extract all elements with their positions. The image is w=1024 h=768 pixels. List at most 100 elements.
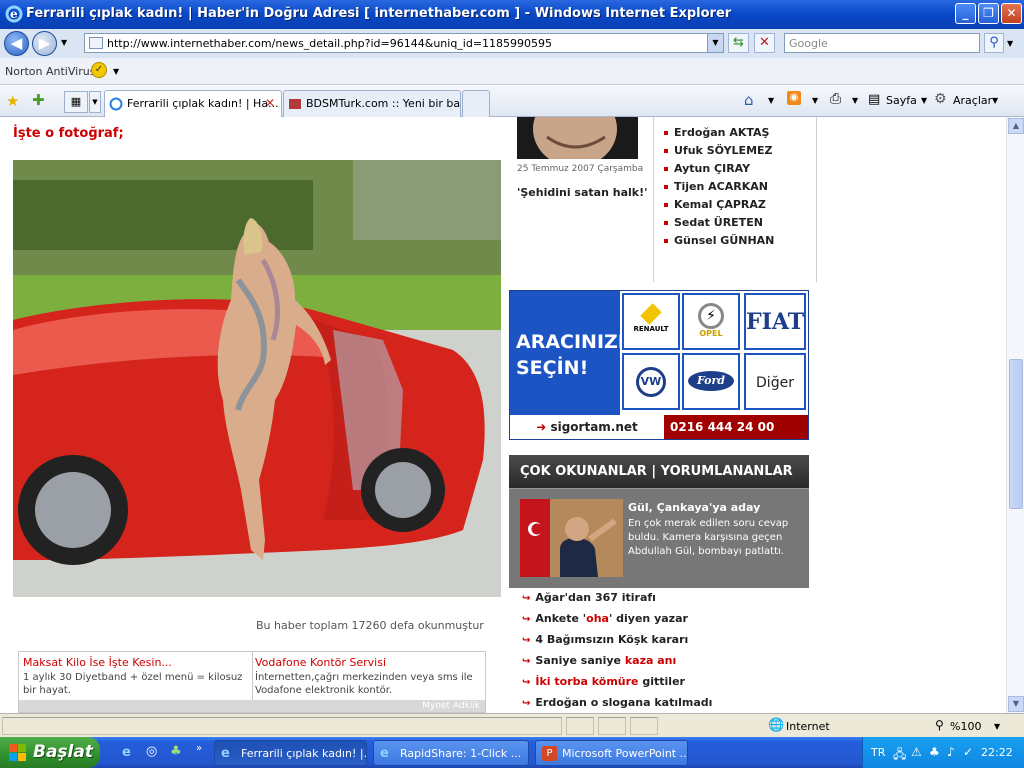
history-dropdown-icon[interactable]: ▼ (61, 38, 67, 47)
home-icon[interactable]: ⌂ (744, 91, 754, 109)
news-highlight: kaza anı (624, 654, 677, 667)
messenger-tray-icon[interactable]: ♣ (929, 745, 940, 759)
author-link[interactable]: Ufuk SÖYLEMEZ (664, 144, 774, 162)
ford-logo[interactable]: Ford (682, 353, 740, 410)
ad-right-text: İnternetten,çağrı merkezinden veya sms i… (255, 672, 473, 696)
bullet-icon (664, 131, 668, 135)
news-link[interactable]: ↪ Ağar'dan 367 itirafı (522, 591, 712, 612)
antivirus-tray-icon[interactable]: ✓ (963, 745, 973, 759)
feature-title[interactable]: Gül, Çankaya'ya aday (628, 501, 760, 514)
author-link[interactable]: Aytun ÇIRAY (664, 162, 774, 180)
author-name: Aytun ÇIRAY (674, 162, 751, 175)
search-button[interactable]: ⚲ (984, 33, 1004, 53)
norton-icon[interactable]: ✓ (91, 62, 107, 78)
news-link[interactable]: ↪ İki torba kömüre gittiler (522, 675, 712, 696)
address-dropdown-icon[interactable]: ▼ (707, 34, 723, 52)
tools-dropdown-icon[interactable]: ▼ (992, 96, 998, 105)
search-input[interactable]: Google (784, 33, 980, 53)
network-icon[interactable]: 🖧 (893, 745, 906, 766)
most-read-header[interactable]: ÇOK OKUNANLAR | YORUMLANANLAR (509, 455, 809, 489)
scroll-thumb[interactable] (1009, 359, 1023, 509)
start-button[interactable]: Başlat (0, 737, 100, 768)
update-icon[interactable]: ⚠ (911, 745, 922, 759)
columnist-photo[interactable] (517, 117, 638, 159)
back-button[interactable]: ◀ (4, 31, 29, 56)
news-link[interactable]: ↪ 4 Bağımsızın Köşk kararı (522, 633, 712, 654)
ad-box: Maksat Kilo İse İşte Kesin... 1 aylık 30… (18, 651, 486, 713)
ad-right-title[interactable]: Vodafone Kontör Servisi (255, 656, 483, 669)
feeds-dropdown-icon[interactable]: ▼ (812, 96, 818, 105)
article-photo[interactable] (13, 160, 501, 597)
print-icon[interactable]: ⎙ (830, 91, 841, 107)
ad-right[interactable]: Vodafone Kontör Servisi İnternetten,çağr… (255, 656, 483, 697)
page-dropdown-icon[interactable]: ▼ (921, 96, 927, 105)
scroll-down-icon[interactable]: ▼ (1008, 696, 1024, 712)
tab-bdsmturk[interactable]: BDSMTurk.com :: Yeni bir baş... (283, 90, 461, 117)
taskbar-rapidshare-window[interactable]: e RapidShare: 1-Click ... (373, 740, 529, 766)
minimize-button[interactable]: _ (955, 3, 976, 24)
ie-quicklaunch-icon[interactable]: e (122, 745, 131, 760)
windows-flag-icon (9, 744, 26, 761)
new-tab-button[interactable] (462, 90, 490, 117)
tools-menu-button[interactable]: Araçlar (953, 94, 992, 107)
taskbar-ie-window[interactable]: e Ferrarili çıplak kadın! |... (214, 740, 367, 766)
ad-left[interactable]: Maksat Kilo İse İşte Kesin... 1 aylık 30… (23, 656, 251, 697)
search-options-icon[interactable]: ▼ (1007, 39, 1013, 48)
forward-button[interactable]: ▶ (32, 31, 57, 56)
clock[interactable]: 22:22 (981, 746, 1013, 759)
close-button[interactable]: ✕ (1001, 3, 1022, 24)
norton-dropdown-icon[interactable]: ▼ (113, 67, 119, 76)
quicklaunch-overflow-icon[interactable]: » (196, 743, 202, 754)
feature-thumbnail[interactable] (520, 499, 623, 577)
language-indicator[interactable]: TR (871, 746, 885, 759)
volume-icon[interactable]: ♪ (947, 745, 955, 759)
close-tab-icon[interactable]: ✕ (265, 96, 275, 110)
ad-left-title[interactable]: Maksat Kilo İse İşte Kesin... (23, 656, 251, 669)
news-link[interactable]: ↪ Saniye saniye kaza anı (522, 654, 712, 675)
opel-bolt-icon: ⚡ (698, 303, 724, 329)
opel-logo[interactable]: ⚡ OPEL (682, 293, 740, 350)
tab-ferrari[interactable]: Ferrarili çıplak kadın! | Ha... ✕ (104, 90, 282, 117)
add-favorites-icon[interactable]: ✚ (32, 91, 45, 109)
restore-button[interactable]: ❐ (978, 3, 999, 24)
zoom-dropdown-icon[interactable]: ▼ (994, 722, 1000, 731)
columnist-article-link[interactable]: 'Şehidini satan halk!' (517, 186, 647, 199)
author-name: Kemal ÇAPRAZ (674, 198, 766, 211)
author-link[interactable]: Kemal ÇAPRAZ (664, 198, 774, 216)
author-link[interactable]: Günsel GÜNHAN (664, 234, 774, 252)
news-text: 4 Bağımsızın Köşk kararı (535, 633, 689, 646)
fiat-logo[interactable]: FIAT (744, 293, 806, 350)
tab-list-dropdown-icon[interactable]: ▼ (89, 91, 101, 113)
author-link[interactable]: Tijen ACARKAN (664, 180, 774, 198)
author-link[interactable]: Sedat ÜRETEN (664, 216, 774, 234)
title-bar[interactable]: e Ferrarili çıplak kadın! | Haber'in Doğ… (0, 0, 1024, 29)
taskbar-powerpoint-window[interactable]: P Microsoft PowerPoint ... (535, 740, 688, 766)
stop-button[interactable]: ✕ (754, 33, 775, 53)
author-link[interactable]: Erdoğan AKTAŞ (664, 126, 774, 144)
page-menu-button[interactable]: Sayfa (886, 94, 917, 107)
news-link[interactable]: ↪ Erdoğan o slogana katılmadı (522, 696, 712, 713)
feeds-icon[interactable]: ◉ (787, 91, 801, 105)
other-brand-box[interactable]: Diğer (744, 353, 806, 410)
scroll-up-icon[interactable]: ▲ (1008, 118, 1024, 134)
news-link[interactable]: ↪ Ankete 'oha' diyen yazar (522, 612, 712, 633)
ie-quicklaunch-icon[interactable]: ◎ (146, 744, 157, 759)
vertical-scrollbar[interactable]: ▲ ▼ (1006, 117, 1024, 713)
home-dropdown-icon[interactable]: ▼ (768, 96, 774, 105)
quick-tabs-button[interactable]: ▦ (64, 91, 88, 113)
favorites-star-icon[interactable]: ★ (6, 92, 19, 110)
refresh-button[interactable]: ⇆ (728, 33, 749, 53)
ad-footer[interactable]: Mynet Adklik (19, 700, 485, 712)
zoom-level[interactable]: %100 (950, 720, 981, 733)
renault-logo[interactable]: RENAULT (622, 293, 680, 350)
messenger-icon[interactable]: ♣ (170, 744, 182, 759)
page-menu-icon: ▤ (868, 92, 881, 107)
bullet-icon (664, 239, 668, 243)
address-field[interactable]: http://www.internethaber.com/news_detail… (84, 33, 724, 53)
insurance-banner[interactable]: ARACINIZI SEÇİN! RENAULT ⚡ OPEL FIAT VW … (509, 290, 809, 440)
volkswagen-logo[interactable]: VW (622, 353, 680, 410)
sigortam-logo[interactable]: ➜ sigortam.net (510, 415, 664, 439)
security-zone[interactable]: Internet (786, 720, 830, 733)
print-dropdown-icon[interactable]: ▼ (852, 96, 858, 105)
tab-label: Ferrarili çıplak kadın! | Ha... (127, 97, 279, 110)
